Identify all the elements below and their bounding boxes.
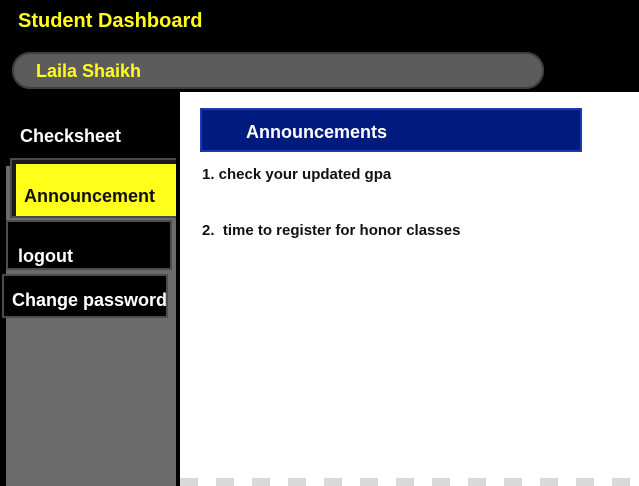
sidebar-item-label: Change password <box>12 290 168 310</box>
announcement-item: 1. check your updated gpa <box>202 166 392 183</box>
sidebar-item-label: logout <box>18 246 73 266</box>
sidebar-item-label: Checksheet <box>20 126 122 146</box>
dashboard-window: Student Dashboard Laila Shaikh Checkshee… <box>0 0 639 486</box>
sidebar-item-announcement[interactable]: Announcement <box>16 164 184 216</box>
app-title: Student Dashboard <box>18 10 203 32</box>
sidebar-item-checksheet[interactable]: Checksheet <box>8 114 178 154</box>
announcements-heading-bar: Announcements <box>200 108 582 152</box>
user-name-bar: Laila Shaikh <box>12 52 544 89</box>
sidebar: Checksheet Announcement logout Change pa… <box>0 96 184 486</box>
sidebar-item-change-password[interactable]: Change password <box>2 274 168 318</box>
page-title: Announcements <box>246 122 388 142</box>
content-bottom-edge <box>180 478 639 486</box>
user-name: Laila Shaikh <box>36 61 142 81</box>
sidebar-item-logout[interactable]: logout <box>6 220 172 270</box>
announcements-panel: Announcements 1. check your updated gpa … <box>180 92 639 478</box>
sidebar-item-label: Announcement <box>24 186 156 206</box>
announcement-item: 2. time to register for honor classes <box>202 222 461 239</box>
